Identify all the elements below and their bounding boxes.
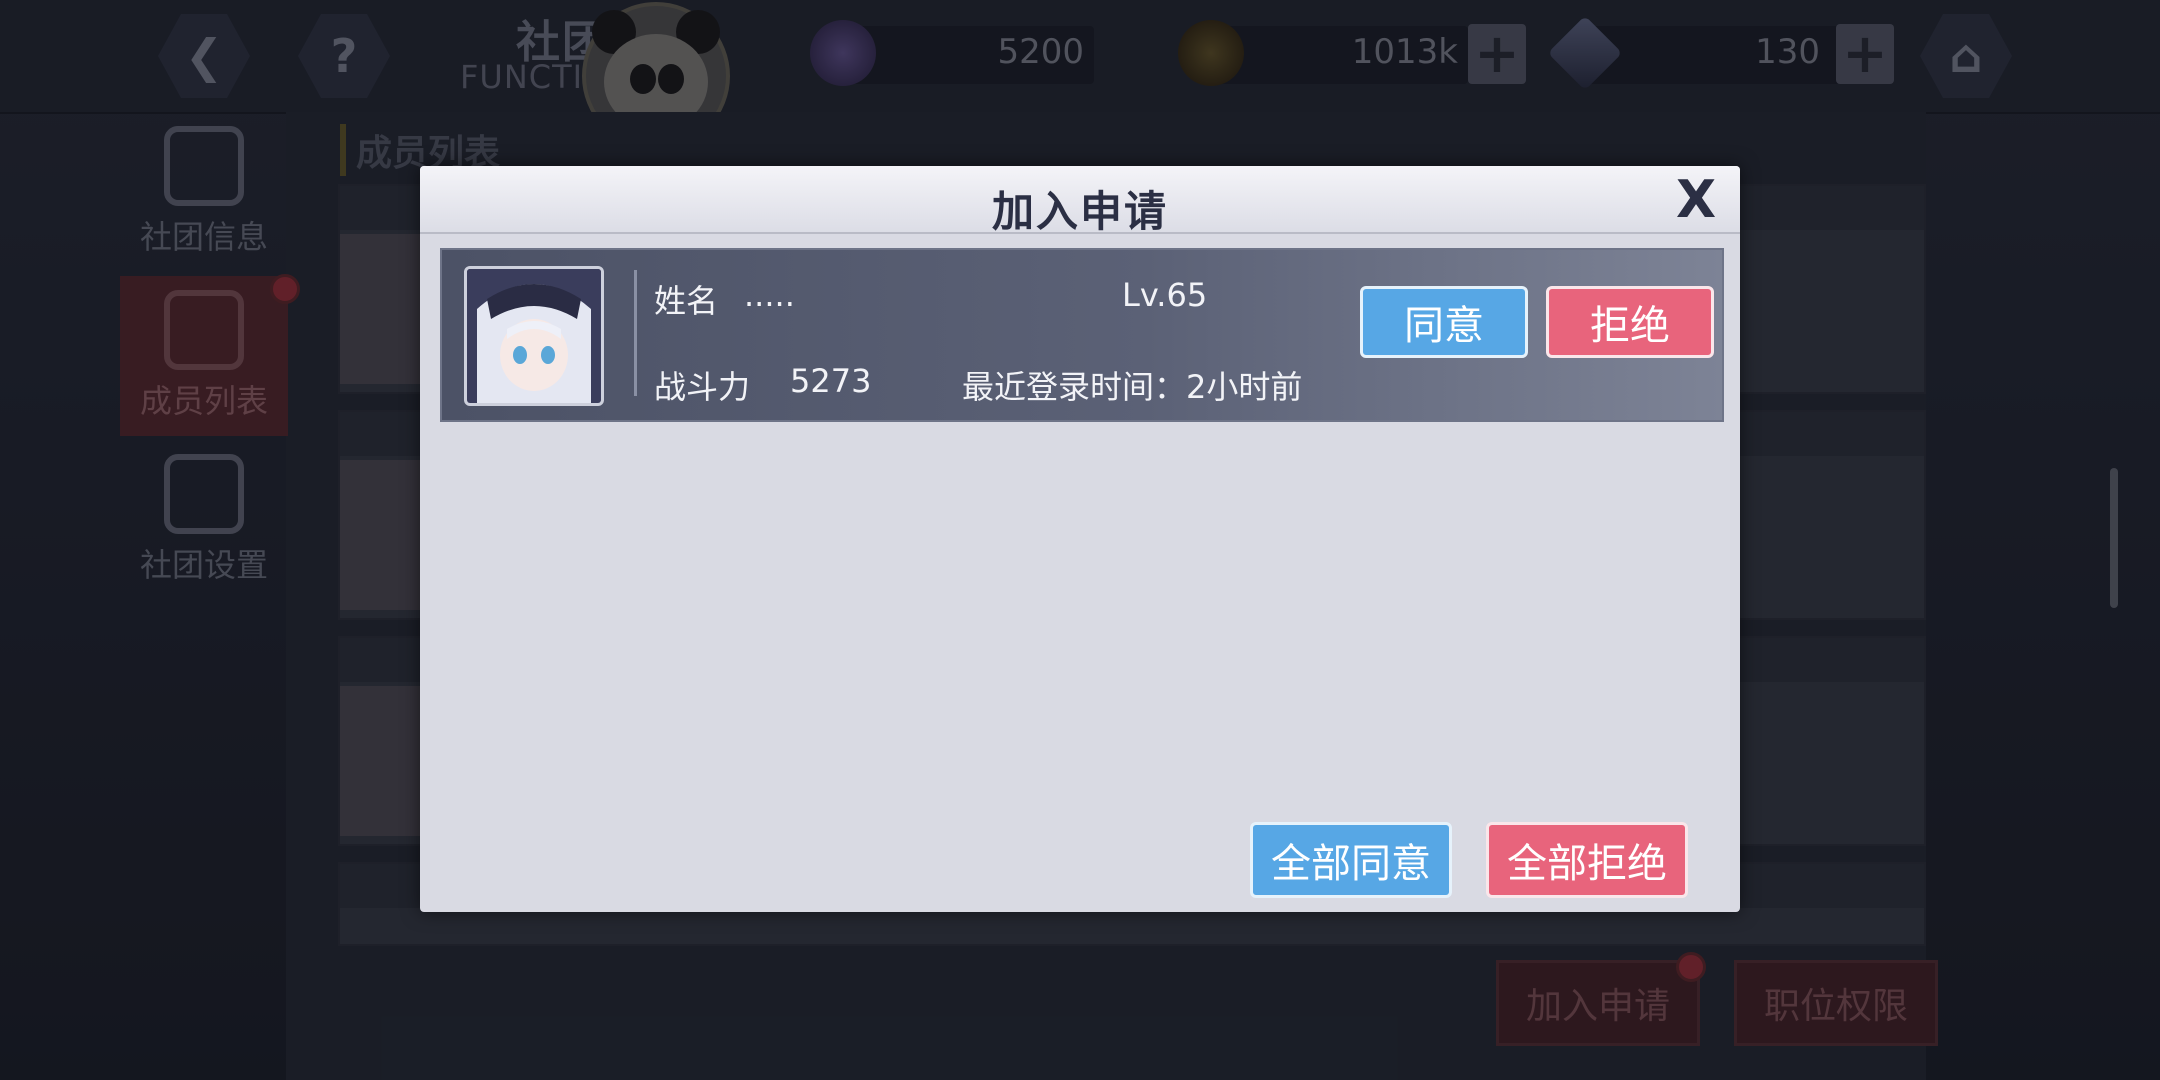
last-login-time: 最近登录时间：2小时前 <box>962 368 1303 406</box>
accept-all-button[interactable]: 全部同意 <box>1250 822 1452 898</box>
reject-all-button[interactable]: 全部拒绝 <box>1486 822 1688 898</box>
dialog-header: 加入申请 X <box>420 166 1740 236</box>
dialog-title: 加入申请 <box>991 187 1168 236</box>
request-row: 姓名 ..... Lv.65 战斗力 5273 最近登录时间：2小时前 同意 拒… <box>440 248 1724 422</box>
join-request-dialog: 加入申请 X 姓名 ..... Lv.65 战斗力 5273 最近登录时间：2小… <box>420 166 1740 912</box>
power-value: 5273 <box>790 362 872 400</box>
close-button[interactable]: X <box>1670 172 1722 228</box>
name-label: 姓名 <box>654 282 719 320</box>
applicant-level: Lv.65 <box>1122 276 1208 314</box>
anime-girl-portrait-icon <box>467 269 601 403</box>
divider <box>634 270 637 396</box>
power-label: 战斗力 <box>654 368 751 406</box>
applicant-avatar <box>464 266 604 406</box>
reject-button[interactable]: 拒绝 <box>1546 286 1714 358</box>
accept-button[interactable]: 同意 <box>1360 286 1528 358</box>
applicant-name: ..... <box>744 276 795 314</box>
